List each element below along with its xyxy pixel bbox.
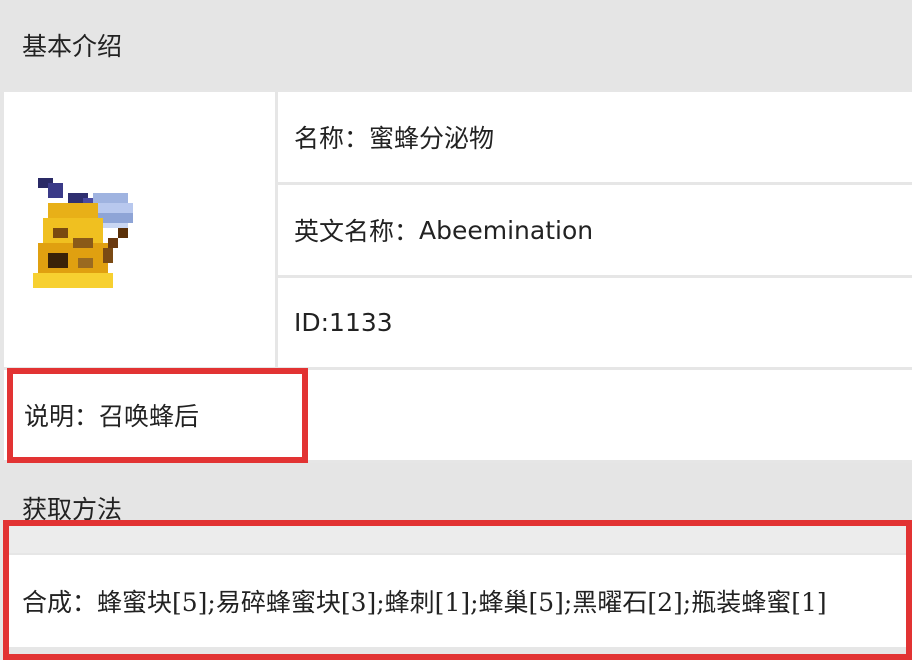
item-english-name-row: 英文名称： Abeemination: [278, 185, 912, 275]
item-name-row: 名称： 蜜蜂分泌物: [278, 92, 912, 182]
item-id: ID:1133: [294, 308, 393, 337]
item-english-name-label: 英文名称：: [294, 217, 420, 246]
item-english-name-value: Abeemination: [419, 215, 594, 245]
section-title-basic: 基本介绍: [22, 32, 123, 61]
item-id-row: ID:1133: [278, 278, 912, 367]
section-header-obtain: 获取方法: [0, 463, 912, 524]
highlight-box-description: [7, 368, 308, 463]
section-header-basic: 基本介绍: [0, 0, 912, 90]
item-name-value: 蜜蜂分泌物: [369, 124, 495, 153]
item-icon-cell: [4, 92, 275, 367]
highlight-box-recipe: [3, 520, 912, 660]
item-name-label: 名称：: [294, 124, 370, 153]
bee-monster-icon: [33, 178, 133, 288]
